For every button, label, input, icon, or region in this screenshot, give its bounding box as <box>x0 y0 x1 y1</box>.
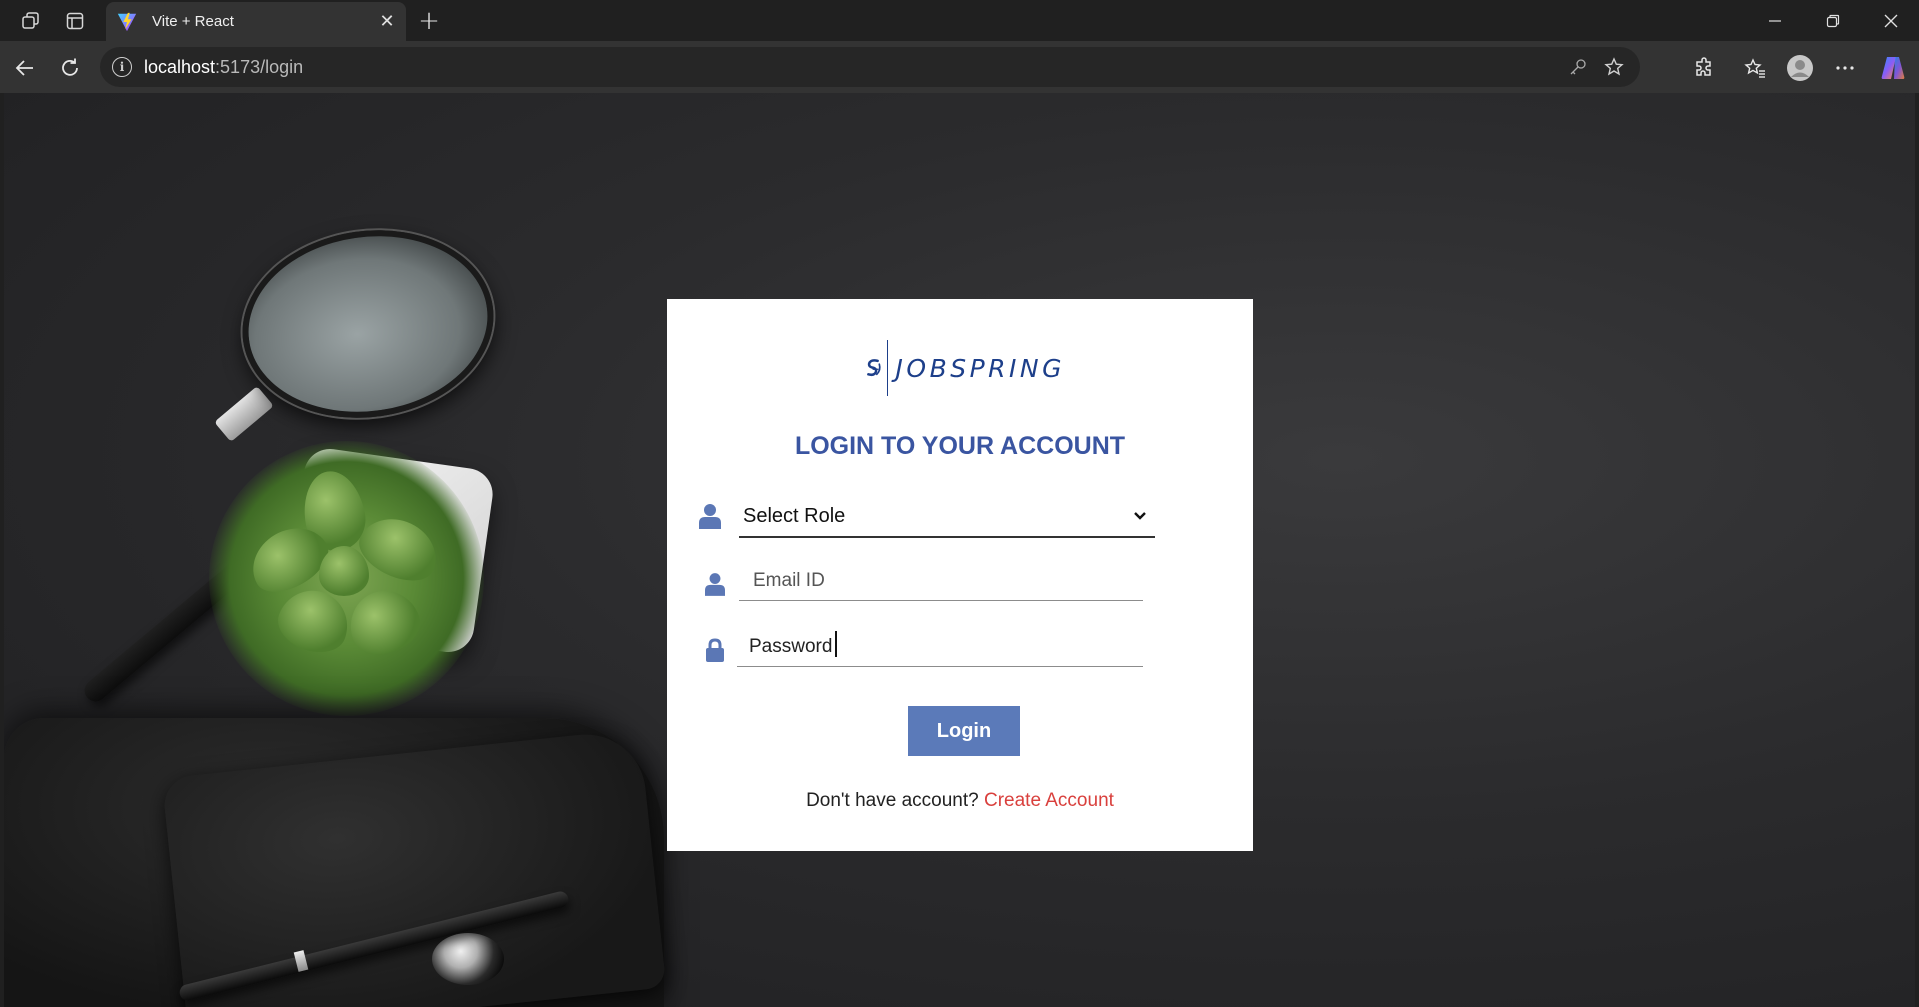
lock-icon <box>706 638 724 662</box>
info-icon[interactable]: i <box>112 57 132 77</box>
user-icon <box>705 573 725 596</box>
browser-titlebar: Vite + React ✕ + <box>0 0 1919 41</box>
signup-prompt-text: Don't have account? <box>806 790 979 811</box>
jobspring-logo-icon <box>867 359 881 377</box>
address-bar[interactable]: i localhost:5173/login <box>100 47 1640 87</box>
succulent-plant-image <box>209 441 484 716</box>
more-icon[interactable] <box>1828 51 1862 85</box>
back-icon[interactable] <box>8 51 42 85</box>
email-field-wrapper <box>739 561 1143 601</box>
url-path: :5173/login <box>215 56 304 77</box>
url-host: localhost <box>144 56 216 77</box>
url-text[interactable]: localhost:5173/login <box>144 57 303 78</box>
wallet-flap-image <box>161 728 667 1007</box>
jobspring-logo: JOBSPRING <box>865 337 1065 399</box>
chevron-down-icon <box>1134 512 1146 520</box>
wallet-snap-image <box>432 933 504 985</box>
email-field[interactable] <box>739 569 1143 592</box>
profile-icon[interactable] <box>1783 51 1817 85</box>
browser-toolbar: i localhost:5173/login <box>0 41 1919 93</box>
text-cursor <box>835 631 837 657</box>
login-card: JOBSPRING LOGIN TO YOUR ACCOUNT Select R… <box>667 299 1253 851</box>
logo-text: JOBSPRING <box>895 353 1065 383</box>
copilot-icon[interactable] <box>1876 51 1910 85</box>
tab-title: Vite + React <box>152 13 234 30</box>
signup-prompt: Don't have account? Create Account <box>667 790 1253 812</box>
login-button[interactable]: Login <box>908 706 1020 756</box>
logo-divider <box>886 340 888 396</box>
extensions-icon[interactable] <box>1688 51 1722 85</box>
role-select-value: Select Role <box>743 504 846 527</box>
password-field[interactable] <box>737 635 1143 658</box>
magnifier-lens-image <box>230 214 506 434</box>
password-field-wrapper <box>737 627 1143 667</box>
tab-actions-icon[interactable] <box>18 8 44 34</box>
magnifier-collar-image <box>214 386 274 442</box>
vite-favicon <box>117 12 137 31</box>
window-close-icon[interactable] <box>1871 6 1911 36</box>
vertical-tabs-icon[interactable] <box>62 8 88 34</box>
key-icon[interactable] <box>1564 53 1592 81</box>
restore-icon[interactable] <box>1813 6 1853 36</box>
page-viewport: JOBSPRING LOGIN TO YOUR ACCOUNT Select R… <box>4 93 1915 1007</box>
star-icon[interactable] <box>1600 53 1628 81</box>
page-title: LOGIN TO YOUR ACCOUNT <box>794 432 1126 460</box>
close-icon[interactable]: ✕ <box>376 10 398 32</box>
role-select[interactable]: Select Role <box>739 496 1155 538</box>
refresh-icon[interactable] <box>53 51 87 85</box>
plus-icon[interactable]: + <box>414 6 444 36</box>
user-icon <box>699 504 721 529</box>
create-account-link[interactable]: Create Account <box>984 790 1114 811</box>
minimize-icon[interactable] <box>1755 6 1795 36</box>
browser-tab[interactable]: Vite + React ✕ <box>106 2 406 41</box>
favorites-icon[interactable] <box>1738 51 1772 85</box>
